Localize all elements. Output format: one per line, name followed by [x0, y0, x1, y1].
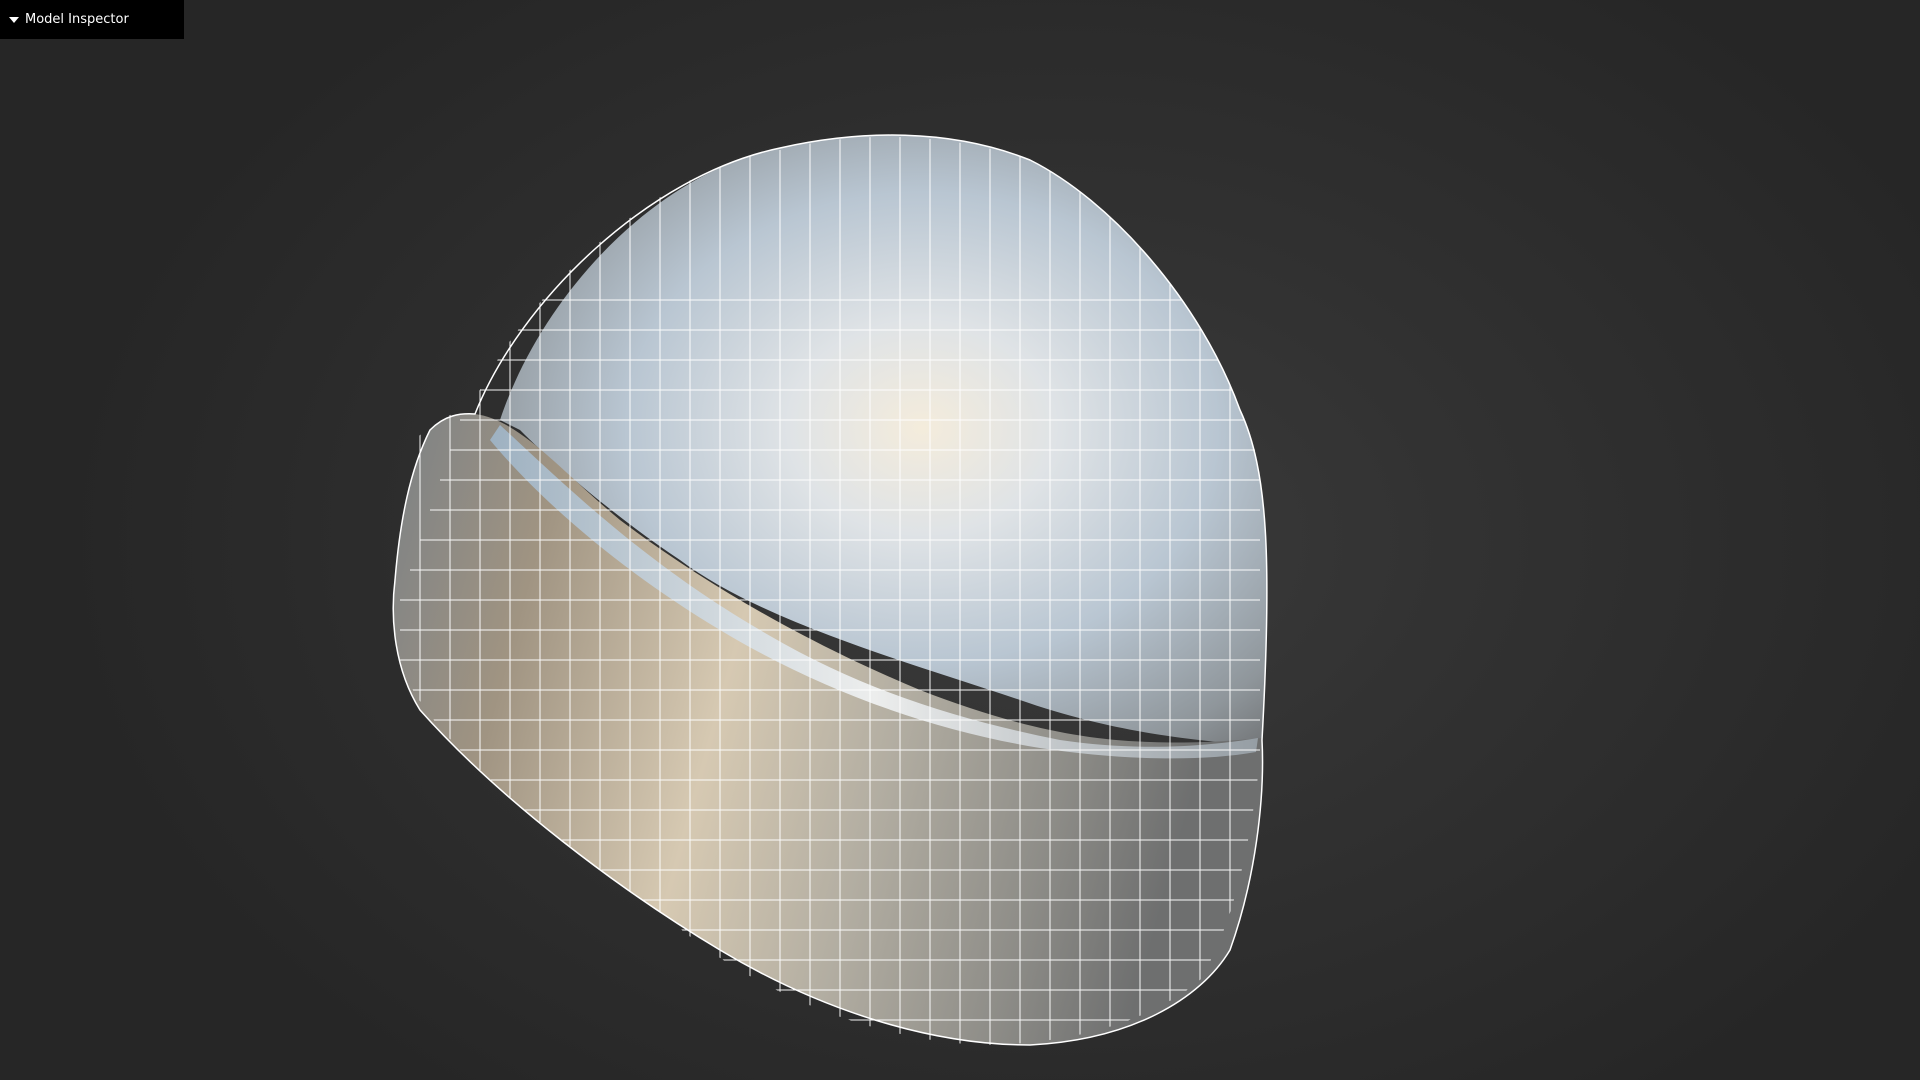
triangle-down-icon[interactable] — [9, 17, 19, 23]
3d-viewport[interactable]: Model Inspector — [0, 0, 1920, 1080]
model-inspector-tab[interactable]: Model Inspector — [0, 0, 184, 39]
hat-model[interactable] — [0, 0, 1920, 1080]
model-inspector-label: Model Inspector — [25, 12, 129, 27]
